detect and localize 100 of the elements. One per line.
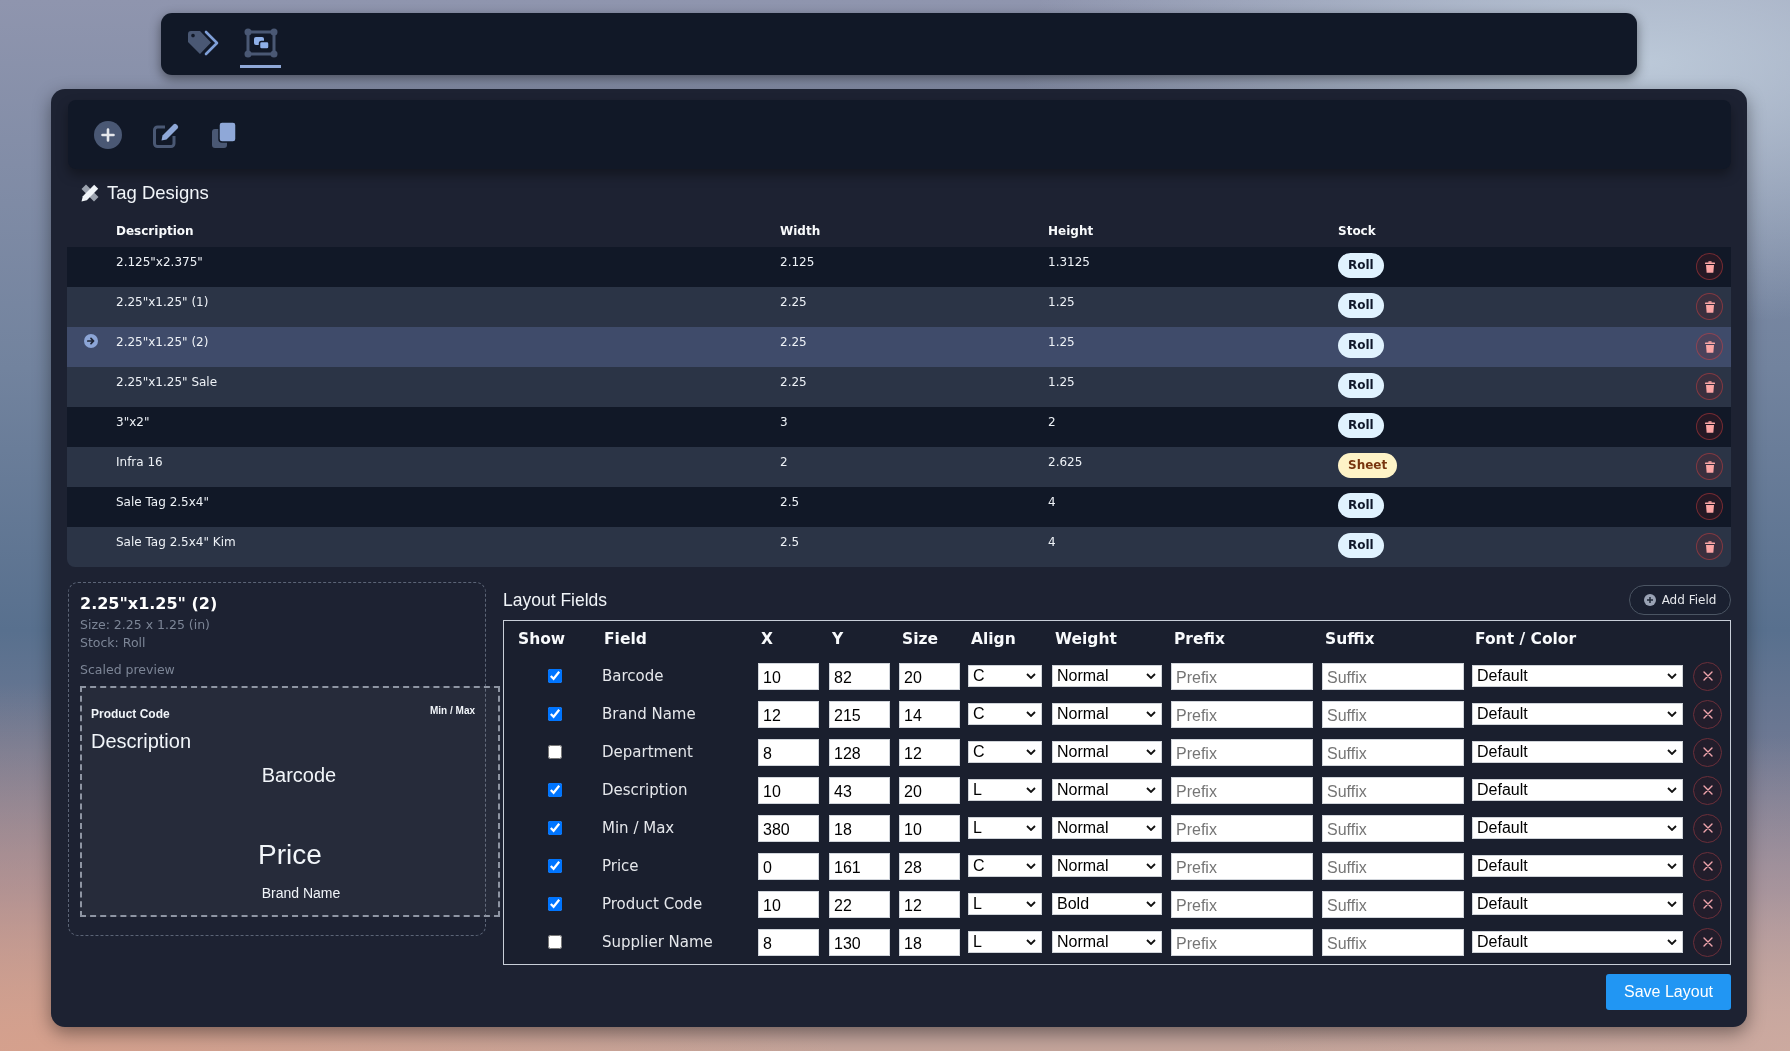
size-input[interactable]: 20 (899, 662, 960, 690)
design-row[interactable]: Infra 16 2 2.625 Sheet (67, 447, 1731, 487)
size-input[interactable]: 10 (899, 814, 960, 842)
design-row[interactable]: Sale Tag 2.5x4" Kim 2.5 4 Roll (67, 527, 1731, 567)
remove-field-button[interactable] (1693, 775, 1722, 805)
align-select[interactable]: C (968, 855, 1042, 877)
size-input[interactable]: 12 (899, 738, 960, 766)
align-select[interactable]: C (968, 665, 1042, 687)
prefix-input[interactable]: Prefix (1171, 776, 1313, 804)
y-input[interactable]: 43 (829, 776, 890, 804)
font-select[interactable]: Default (1472, 855, 1683, 877)
align-select[interactable]: L (968, 931, 1042, 953)
size-input[interactable]: 20 (899, 776, 960, 804)
font-select[interactable]: Default (1472, 741, 1683, 763)
delete-button[interactable] (1696, 293, 1723, 320)
suffix-input[interactable]: Suffix (1322, 814, 1464, 842)
suffix-input[interactable]: Suffix (1322, 890, 1464, 918)
font-select[interactable]: Default (1472, 931, 1683, 953)
remove-field-button[interactable] (1693, 927, 1722, 957)
remove-field-button[interactable] (1693, 737, 1722, 767)
delete-button[interactable] (1696, 533, 1723, 560)
suffix-input[interactable]: Suffix (1322, 700, 1464, 728)
show-checkbox[interactable] (548, 859, 562, 873)
x-input[interactable]: 0 (758, 852, 819, 880)
x-input[interactable]: 12 (758, 700, 819, 728)
suffix-input[interactable]: Suffix (1322, 662, 1464, 690)
remove-field-button[interactable] (1693, 661, 1722, 691)
add-design-button[interactable] (94, 120, 122, 149)
size-input[interactable]: 18 (899, 928, 960, 956)
font-select[interactable]: Default (1472, 893, 1683, 915)
y-input[interactable]: 215 (829, 700, 890, 728)
size-input[interactable]: 28 (899, 852, 960, 880)
column-header: Align (970, 630, 1017, 648)
prefix-input[interactable]: Prefix (1171, 928, 1313, 956)
size-input[interactable]: 14 (899, 700, 960, 728)
x-input[interactable]: 8 (758, 928, 819, 956)
prefix-input[interactable]: Prefix (1171, 814, 1313, 842)
duplicate-design-button[interactable] (210, 120, 238, 149)
suffix-input[interactable]: Suffix (1322, 776, 1464, 804)
font-select[interactable]: Default (1472, 779, 1683, 801)
suffix-input[interactable]: Suffix (1322, 928, 1464, 956)
add-field-button[interactable]: Add Field (1629, 585, 1731, 615)
weight-select[interactable]: Normal (1052, 665, 1162, 687)
prefix-input[interactable]: Prefix (1171, 738, 1313, 766)
weight-select[interactable]: Bold (1052, 893, 1162, 915)
design-row[interactable]: 2.125"x2.375" 2.125 1.3125 Roll (67, 247, 1731, 287)
prefix-input[interactable]: Prefix (1171, 662, 1313, 690)
delete-button[interactable] (1696, 253, 1723, 280)
x-input[interactable]: 10 (758, 890, 819, 918)
design-row[interactable]: Sale Tag 2.5x4" 2.5 4 Roll (67, 487, 1731, 527)
suffix-input[interactable]: Suffix (1322, 852, 1464, 880)
font-select[interactable]: Default (1472, 665, 1683, 687)
align-select[interactable]: L (968, 893, 1042, 915)
show-checkbox[interactable] (548, 707, 562, 721)
show-checkbox[interactable] (548, 669, 562, 683)
delete-button[interactable] (1696, 373, 1723, 400)
show-checkbox[interactable] (548, 935, 562, 949)
weight-select[interactable]: Normal (1052, 817, 1162, 839)
design-row[interactable]: 2.25"x1.25" (1) 2.25 1.25 Roll (67, 287, 1731, 327)
design-row[interactable]: 3"x2" 3 2 Roll (67, 407, 1731, 447)
y-input[interactable]: 82 (829, 662, 890, 690)
remove-field-button[interactable] (1693, 699, 1722, 729)
weight-select[interactable]: Normal (1052, 703, 1162, 725)
design-row[interactable]: 2.25"x1.25" Sale 2.25 1.25 Roll (67, 367, 1731, 407)
font-select[interactable]: Default (1472, 817, 1683, 839)
x-input[interactable]: 10 (758, 662, 819, 690)
weight-select[interactable]: Normal (1052, 779, 1162, 801)
y-input[interactable]: 130 (829, 928, 890, 956)
show-checkbox[interactable] (548, 897, 562, 911)
align-select[interactable]: L (968, 817, 1042, 839)
align-select[interactable]: C (968, 741, 1042, 763)
size-input[interactable]: 12 (899, 890, 960, 918)
delete-button[interactable] (1696, 493, 1723, 520)
delete-button[interactable] (1696, 453, 1723, 480)
show-checkbox[interactable] (548, 821, 562, 835)
design-row[interactable]: 2.25"x1.25" (2) 2.25 1.25 Roll (67, 327, 1731, 367)
weight-select[interactable]: Normal (1052, 741, 1162, 763)
delete-button[interactable] (1696, 413, 1723, 440)
y-input[interactable]: 128 (829, 738, 890, 766)
font-select[interactable]: Default (1472, 703, 1683, 725)
remove-field-button[interactable] (1693, 813, 1722, 843)
remove-field-button[interactable] (1693, 851, 1722, 881)
align-select[interactable]: C (968, 703, 1042, 725)
y-input[interactable]: 22 (829, 890, 890, 918)
show-checkbox[interactable] (548, 783, 562, 797)
prefix-input[interactable]: Prefix (1171, 852, 1313, 880)
prefix-input[interactable]: Prefix (1171, 890, 1313, 918)
weight-select[interactable]: Normal (1052, 855, 1162, 877)
suffix-input[interactable]: Suffix (1322, 738, 1464, 766)
y-input[interactable]: 161 (829, 852, 890, 880)
show-checkbox[interactable] (548, 745, 562, 759)
x-input[interactable]: 8 (758, 738, 819, 766)
x-input[interactable]: 10 (758, 776, 819, 804)
remove-field-button[interactable] (1693, 889, 1722, 919)
x-input[interactable]: 380 (758, 814, 819, 842)
align-select[interactable]: L (968, 779, 1042, 801)
delete-button[interactable] (1696, 333, 1723, 360)
weight-select[interactable]: Normal (1052, 931, 1162, 953)
prefix-input[interactable]: Prefix (1171, 700, 1313, 728)
y-input[interactable]: 18 (829, 814, 890, 842)
